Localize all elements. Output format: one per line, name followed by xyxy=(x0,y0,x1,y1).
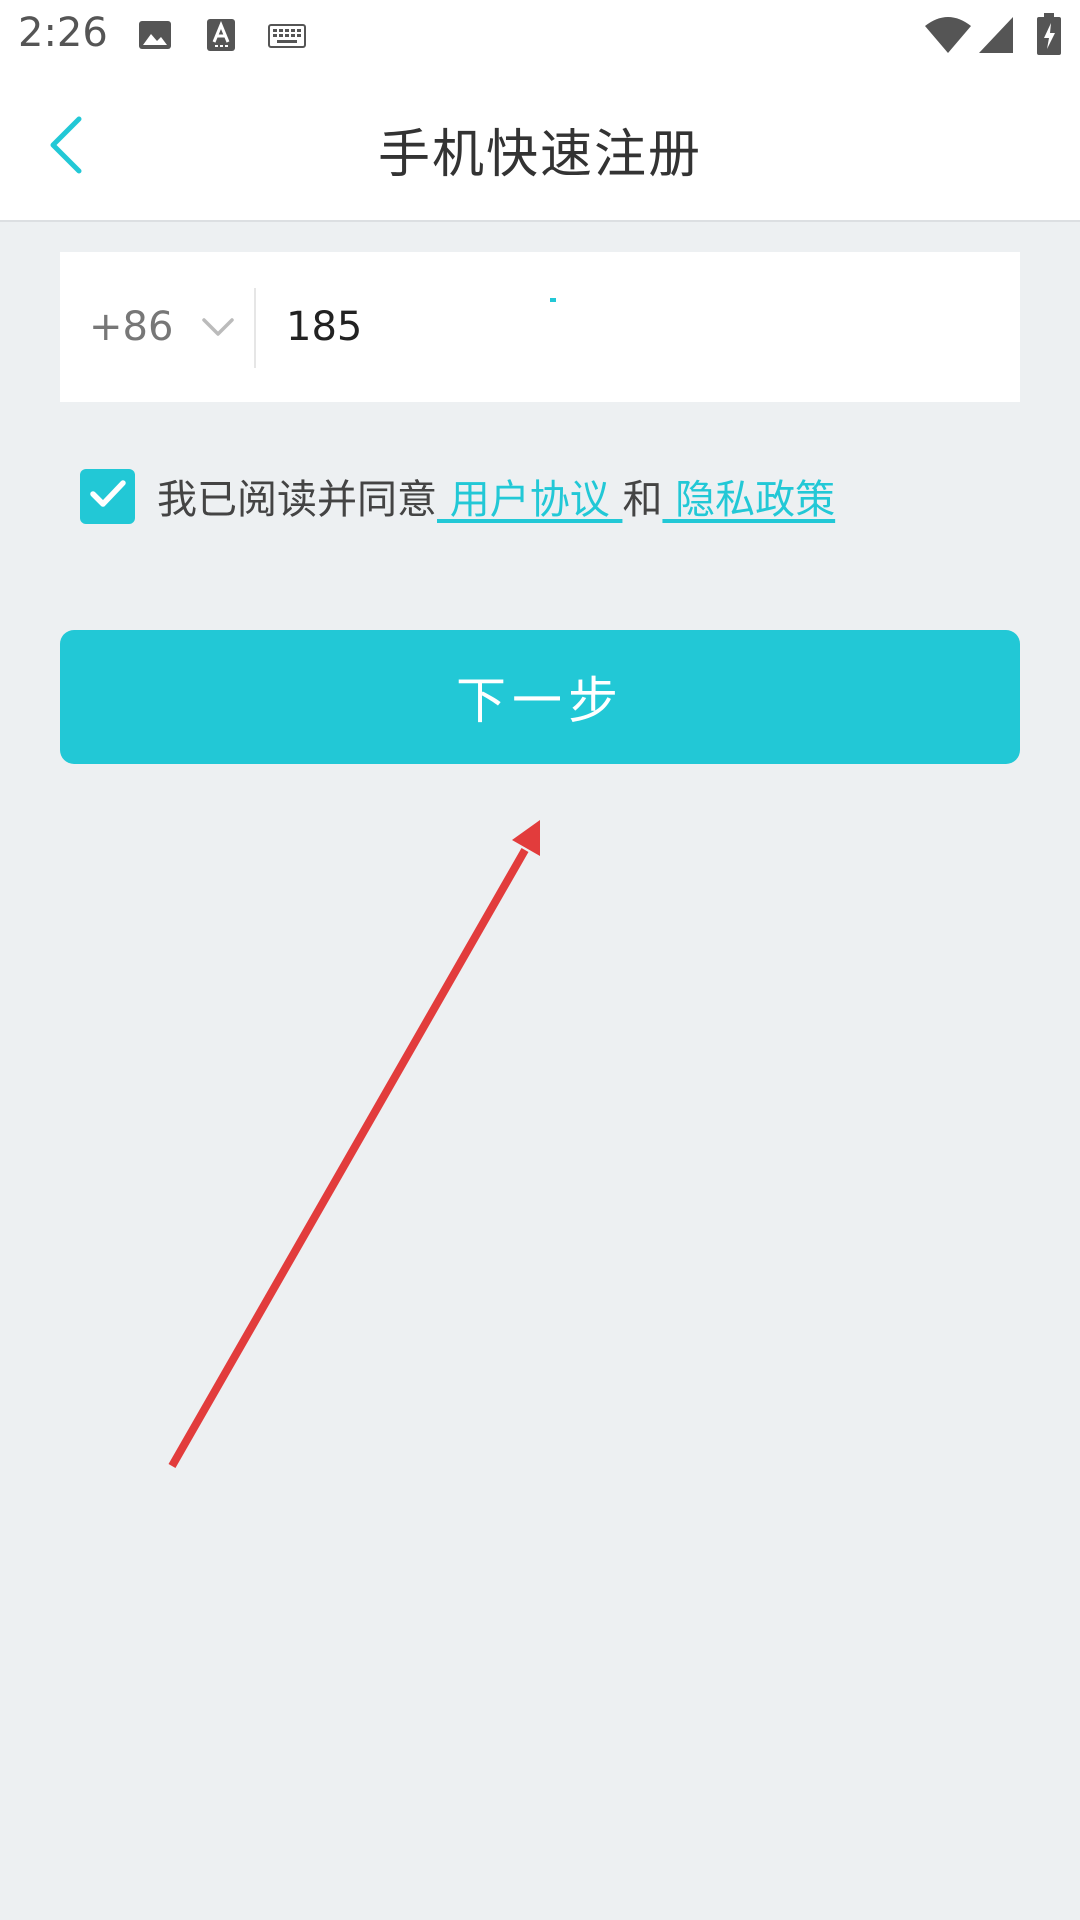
app-bar: 手机快速注册 xyxy=(0,72,1080,222)
country-code-label: +86 xyxy=(89,304,174,350)
status-time: 2:26 xyxy=(18,10,108,56)
user-agreement-link[interactable]: 用户协议 xyxy=(437,477,622,523)
checkmark-icon xyxy=(88,478,128,514)
agreement-prefix: 我已阅读并同意 xyxy=(157,477,437,523)
cell-signal-icon xyxy=(978,16,1014,58)
status-bar: 2:26 xyxy=(0,0,1080,72)
agreement-row: 我已阅读并同意 用户协议 和 隐私政策 xyxy=(80,468,835,524)
privacy-policy-link[interactable]: 隐私政策 xyxy=(662,477,835,523)
agreement-checkbox[interactable] xyxy=(80,468,135,524)
agreement-and: 和 xyxy=(622,477,663,523)
keyboard-icon xyxy=(268,24,306,52)
text-a-icon xyxy=(206,18,236,56)
input-divider xyxy=(254,288,256,368)
page-title: 手机快速注册 xyxy=(377,125,702,185)
text-cursor xyxy=(550,298,556,302)
country-code-selector[interactable]: +86 xyxy=(60,252,255,402)
image-icon xyxy=(138,18,172,56)
phone-number-input[interactable] xyxy=(286,282,986,372)
next-step-button[interactable]: 下一步 xyxy=(60,630,1020,764)
agreement-text: 我已阅读并同意 用户协议 和 隐私政策 xyxy=(157,467,835,525)
wifi-icon xyxy=(924,16,972,58)
chevron-down-icon xyxy=(201,316,235,338)
battery-charging-icon xyxy=(1036,12,1062,60)
phone-input-row: +86 xyxy=(60,252,1020,402)
